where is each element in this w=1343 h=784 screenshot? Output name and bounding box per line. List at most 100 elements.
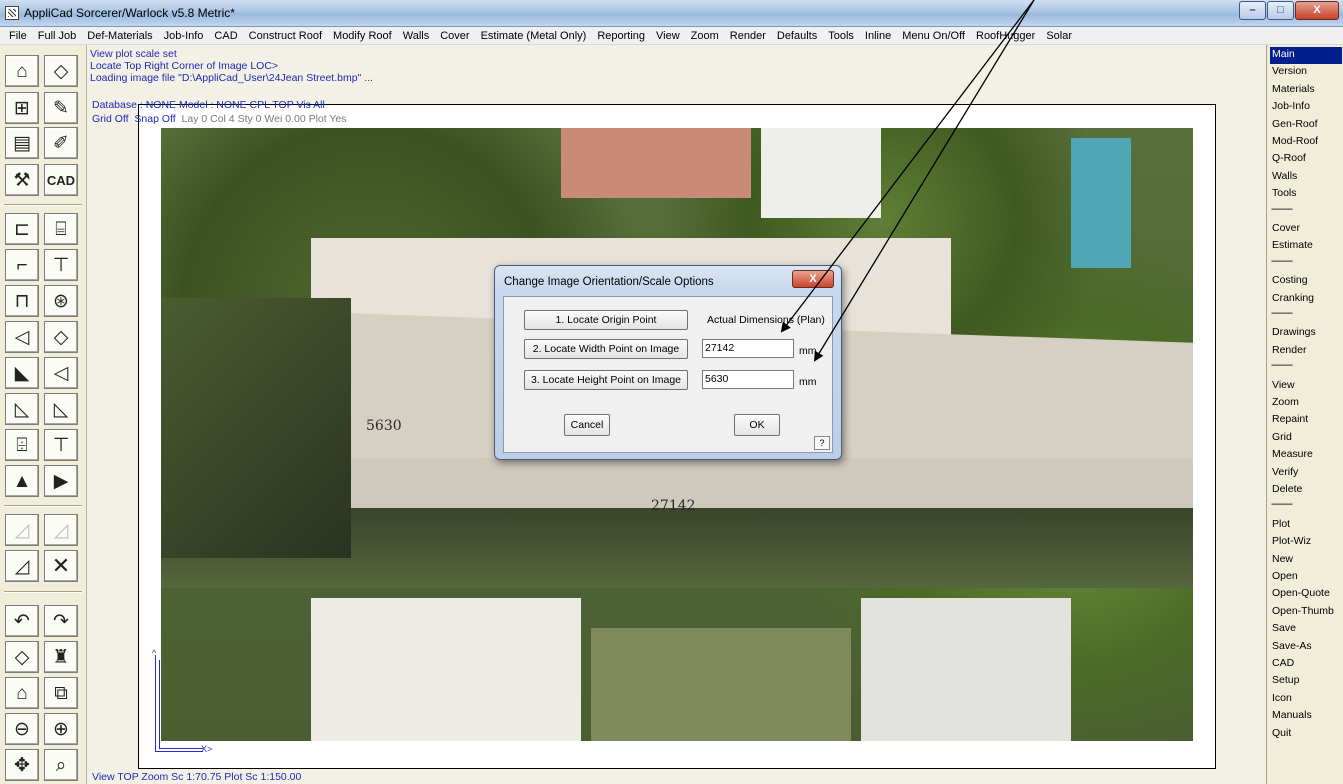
command-estimate[interactable]: Estimate bbox=[1270, 238, 1342, 255]
menu-file[interactable]: File bbox=[4, 30, 33, 42]
mirror-alt-tool-icon[interactable]: ◿ bbox=[44, 514, 78, 546]
menu-construct-roof[interactable]: Construct Roof bbox=[244, 30, 328, 42]
command-drawings[interactable]: Drawings bbox=[1270, 325, 1342, 342]
command-save-as[interactable]: Save-As bbox=[1270, 639, 1342, 656]
command-materials[interactable]: Materials bbox=[1270, 82, 1342, 99]
frame-tool-icon[interactable]: ⌹ bbox=[5, 429, 39, 461]
grid-status[interactable]: Grid Off bbox=[92, 113, 129, 125]
menu-view[interactable]: View bbox=[651, 30, 686, 42]
menu-job-info[interactable]: Job-Info bbox=[159, 30, 210, 42]
command-gen-roof[interactable]: Gen-Roof bbox=[1270, 117, 1342, 134]
wall-tool-icon[interactable]: ⊞ bbox=[5, 92, 39, 124]
slope-tool-icon[interactable]: ◺ bbox=[5, 393, 39, 425]
command-tools[interactable]: Tools bbox=[1270, 186, 1342, 203]
slope-alt-tool-icon[interactable]: ◺ bbox=[44, 393, 78, 425]
roof-hip-tool-icon[interactable]: ⊛ bbox=[44, 285, 78, 317]
menu-inline[interactable]: Inline bbox=[860, 30, 897, 42]
valley-tool-icon[interactable]: ◁ bbox=[44, 357, 78, 389]
command-zoom[interactable]: Zoom bbox=[1270, 395, 1342, 412]
minimize-button[interactable]: – bbox=[1239, 1, 1266, 20]
help-icon[interactable]: ? bbox=[814, 436, 830, 450]
command-render[interactable]: Render bbox=[1270, 343, 1342, 360]
command-cover[interactable]: Cover bbox=[1270, 221, 1342, 238]
command-main[interactable]: Main bbox=[1270, 47, 1342, 64]
menu-walls[interactable]: Walls bbox=[398, 30, 435, 42]
command-q-roof[interactable]: Q-Roof bbox=[1270, 151, 1342, 168]
edit-draw-tool-icon[interactable]: ✐ bbox=[44, 127, 78, 159]
frame-alt-tool-icon[interactable]: ⊤ bbox=[44, 429, 78, 461]
roof-shape-l-icon[interactable]: ⌐ bbox=[5, 249, 39, 281]
roof-shape-t-icon[interactable]: ⊤ bbox=[44, 249, 78, 281]
command-cranking[interactable]: Cranking bbox=[1270, 291, 1342, 308]
zoom-out-icon[interactable]: ⊖ bbox=[5, 713, 39, 745]
command-mod-roof[interactable]: Mod-Roof bbox=[1270, 134, 1342, 151]
cancel-button[interactable]: Cancel bbox=[564, 414, 610, 436]
menu-roofhugger[interactable]: RoofHugger bbox=[971, 30, 1041, 42]
roof-outline-tool-icon[interactable]: ⊏ bbox=[5, 213, 39, 245]
plan-view-icon[interactable]: ⌂ bbox=[5, 677, 39, 709]
building-tool-icon[interactable]: ⌸ bbox=[44, 213, 78, 245]
zoom-window-icon[interactable]: ⌕ bbox=[44, 749, 78, 781]
render-tool-icon[interactable]: ▲ bbox=[5, 465, 39, 497]
command-verify[interactable]: Verify bbox=[1270, 465, 1342, 482]
document-stack-tool-icon[interactable]: ▤ bbox=[5, 127, 39, 159]
menu-menu-on-off[interactable]: Menu On/Off bbox=[897, 30, 971, 42]
command-manuals[interactable]: Manuals bbox=[1270, 708, 1342, 725]
command-quit[interactable]: Quit bbox=[1270, 726, 1342, 743]
delete-tool-icon[interactable]: ✕ bbox=[44, 550, 78, 582]
command-costing[interactable]: Costing bbox=[1270, 273, 1342, 290]
dialog-close-button[interactable]: X bbox=[792, 270, 834, 288]
wrench-tool-icon[interactable]: ⚒ bbox=[5, 164, 39, 196]
triangle-tool-icon[interactable]: ◿ bbox=[5, 550, 39, 582]
menu-solar[interactable]: Solar bbox=[1041, 30, 1078, 42]
pan-icon[interactable]: ✥ bbox=[5, 749, 39, 781]
menu-render[interactable]: Render bbox=[725, 30, 772, 42]
command-save[interactable]: Save bbox=[1270, 621, 1342, 638]
mirror-tool-icon[interactable]: ◿ bbox=[5, 514, 39, 546]
locate-width-button[interactable]: 2. Locate Width Point on Image bbox=[524, 339, 688, 359]
roof-shape-u-icon[interactable]: ⊓ bbox=[5, 285, 39, 317]
roof-view-icon[interactable]: ◇ bbox=[5, 641, 39, 673]
command-new[interactable]: New bbox=[1270, 552, 1342, 569]
command-repaint[interactable]: Repaint bbox=[1270, 412, 1342, 429]
roof-plan-tool-icon[interactable]: ⌂ bbox=[5, 55, 39, 87]
command-open[interactable]: Open bbox=[1270, 569, 1342, 586]
command-open-quote[interactable]: Open-Quote bbox=[1270, 586, 1342, 603]
menu-def-materials[interactable]: Def-Materials bbox=[82, 30, 158, 42]
gable-right-tool-icon[interactable]: ◇ bbox=[44, 321, 78, 353]
skillion-tool-icon[interactable]: ◣ bbox=[5, 357, 39, 389]
menu-estimate-metal-only[interactable]: Estimate (Metal Only) bbox=[476, 30, 593, 42]
menu-modify-roof[interactable]: Modify Roof bbox=[328, 30, 398, 42]
maximize-button[interactable]: □ bbox=[1267, 1, 1294, 20]
command-job-info[interactable]: Job-Info bbox=[1270, 99, 1342, 116]
close-button[interactable]: X bbox=[1295, 1, 1339, 20]
locate-origin-button[interactable]: 1. Locate Origin Point bbox=[524, 310, 688, 330]
width-dimension-input[interactable]: 27142 bbox=[702, 339, 794, 358]
pen-draw-tool-icon[interactable]: ✎ bbox=[44, 92, 78, 124]
command-cad[interactable]: CAD bbox=[1270, 656, 1342, 673]
menu-cad[interactable]: CAD bbox=[209, 30, 243, 42]
menu-defaults[interactable]: Defaults bbox=[772, 30, 823, 42]
command-measure[interactable]: Measure bbox=[1270, 447, 1342, 464]
snap-status[interactable]: Snap Off bbox=[134, 113, 175, 125]
height-dimension-input[interactable]: 5630 bbox=[702, 370, 794, 389]
layers-icon[interactable]: ⧉ bbox=[44, 677, 78, 709]
locate-height-button[interactable]: 3. Locate Height Point on Image bbox=[524, 370, 688, 390]
command-plot-wiz[interactable]: Plot-Wiz bbox=[1270, 534, 1342, 551]
command-view[interactable]: View bbox=[1270, 378, 1342, 395]
flip-tool-icon[interactable]: ▶ bbox=[44, 465, 78, 497]
brush-icon[interactable]: ♜ bbox=[44, 641, 78, 673]
cad-tool-button[interactable]: CAD bbox=[44, 164, 78, 196]
command-delete[interactable]: Delete bbox=[1270, 482, 1342, 499]
command-icon[interactable]: Icon bbox=[1270, 691, 1342, 708]
app-icon[interactable] bbox=[5, 6, 19, 20]
redo-icon[interactable]: ↷ bbox=[44, 605, 78, 637]
menu-cover[interactable]: Cover bbox=[435, 30, 475, 42]
gable-left-tool-icon[interactable]: ◁ bbox=[5, 321, 39, 353]
menu-full-job[interactable]: Full Job bbox=[33, 30, 83, 42]
command-open-thumb[interactable]: Open-Thumb bbox=[1270, 604, 1342, 621]
command-walls[interactable]: Walls bbox=[1270, 169, 1342, 186]
menu-zoom[interactable]: Zoom bbox=[686, 30, 725, 42]
roof-3d-tool-icon[interactable]: ◇ bbox=[44, 55, 78, 87]
command-grid[interactable]: Grid bbox=[1270, 430, 1342, 447]
